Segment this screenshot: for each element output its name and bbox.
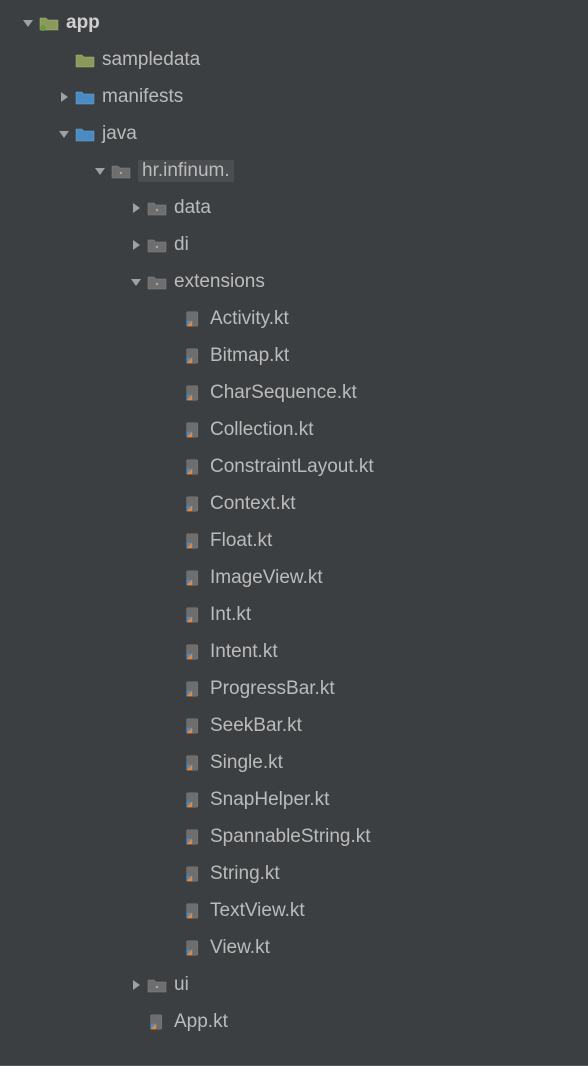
tree-row[interactable]: app [0, 4, 588, 41]
tree-row[interactable]: Int.kt [0, 596, 588, 633]
tree-row[interactable]: ui [0, 966, 588, 1003]
tree-label: Float.kt [210, 530, 272, 552]
kt-file-icon [182, 937, 204, 959]
tree-label: SeekBar.kt [210, 715, 302, 737]
tree-label: di [174, 234, 189, 256]
tree-row[interactable]: Context.kt [0, 485, 588, 522]
tree-row[interactable]: Single.kt [0, 744, 588, 781]
tree-label: ImageView.kt [210, 567, 323, 589]
tree-label: manifests [102, 86, 183, 108]
tree-row[interactable]: Intent.kt [0, 633, 588, 670]
kt-file-icon [182, 493, 204, 515]
tree-label: Intent.kt [210, 641, 278, 663]
tree-row[interactable]: di [0, 226, 588, 263]
module-folder-icon [38, 12, 60, 34]
tree-label: data [174, 197, 211, 219]
tree-row[interactable]: Bitmap.kt [0, 337, 588, 374]
package-folder-icon [110, 160, 132, 182]
tree-row[interactable]: ProgressBar.kt [0, 670, 588, 707]
chevron-down-icon[interactable] [126, 276, 146, 288]
kt-file-icon [182, 604, 204, 626]
source-folder-icon [74, 123, 96, 145]
chevron-right-icon[interactable] [126, 239, 146, 251]
tree-label: CharSequence.kt [210, 382, 357, 404]
tree-label: Single.kt [210, 752, 283, 774]
tree-row[interactable]: SnapHelper.kt [0, 781, 588, 818]
kt-file-icon [182, 567, 204, 589]
kt-file-icon [146, 1011, 168, 1033]
tree-row[interactable]: sampledata [0, 41, 588, 78]
tree-row[interactable]: TextView.kt [0, 892, 588, 929]
kt-file-icon [182, 789, 204, 811]
tree-row[interactable]: java [0, 115, 588, 152]
tree-row[interactable]: SpannableString.kt [0, 818, 588, 855]
tree-label: View.kt [210, 937, 270, 959]
tree-label: app [66, 12, 100, 34]
kt-file-icon [182, 641, 204, 663]
kt-file-icon [182, 530, 204, 552]
source-folder-icon [74, 86, 96, 108]
tree-label: sampledata [102, 49, 200, 71]
tree-row[interactable]: SeekBar.kt [0, 707, 588, 744]
tree-label: Activity.kt [210, 308, 289, 330]
tree-label: Int.kt [210, 604, 251, 626]
kt-file-icon [182, 308, 204, 330]
tree-row[interactable]: manifests [0, 78, 588, 115]
tree-label: SnapHelper.kt [210, 789, 329, 811]
kt-file-icon [182, 900, 204, 922]
tree-row[interactable]: data [0, 189, 588, 226]
package-folder-icon [146, 197, 168, 219]
kt-file-icon [182, 826, 204, 848]
chevron-right-icon[interactable] [54, 91, 74, 103]
res-folder-icon [74, 49, 96, 71]
package-folder-icon [146, 974, 168, 996]
tree-row[interactable]: View.kt [0, 929, 588, 966]
tree-label: String.kt [210, 863, 280, 885]
tree-row[interactable]: CharSequence.kt [0, 374, 588, 411]
tree-label: SpannableString.kt [210, 826, 371, 848]
tree-label: Bitmap.kt [210, 345, 289, 367]
tree-row[interactable]: Collection.kt [0, 411, 588, 448]
kt-file-icon [182, 419, 204, 441]
tree-row[interactable]: ImageView.kt [0, 559, 588, 596]
kt-file-icon [182, 752, 204, 774]
tree-row[interactable]: Float.kt [0, 522, 588, 559]
tree-label: ProgressBar.kt [210, 678, 335, 700]
tree-label: App.kt [174, 1011, 228, 1033]
kt-file-icon [182, 678, 204, 700]
kt-file-icon [182, 345, 204, 367]
tree-label: Collection.kt [210, 419, 314, 441]
chevron-down-icon[interactable] [90, 165, 110, 177]
tree-row[interactable]: ConstraintLayout.kt [0, 448, 588, 485]
tree-label: extensions [174, 271, 265, 293]
chevron-down-icon[interactable] [54, 128, 74, 140]
tree-label: ui [174, 974, 189, 996]
chevron-right-icon[interactable] [126, 979, 146, 991]
chevron-down-icon[interactable] [18, 17, 38, 29]
tree-row[interactable]: hr.infinum. [0, 152, 588, 189]
tree-label: hr.infinum. [138, 160, 234, 182]
package-folder-icon [146, 271, 168, 293]
tree-row[interactable]: String.kt [0, 855, 588, 892]
kt-file-icon [182, 382, 204, 404]
tree-row[interactable]: App.kt [0, 1003, 588, 1040]
chevron-right-icon[interactable] [126, 202, 146, 214]
kt-file-icon [182, 456, 204, 478]
tree-row[interactable]: extensions [0, 263, 588, 300]
tree-label: java [102, 123, 137, 145]
kt-file-icon [182, 715, 204, 737]
tree-label: TextView.kt [210, 900, 305, 922]
tree-label: Context.kt [210, 493, 296, 515]
tree-label: ConstraintLayout.kt [210, 456, 374, 478]
package-folder-icon [146, 234, 168, 256]
kt-file-icon [182, 863, 204, 885]
tree-row[interactable]: Activity.kt [0, 300, 588, 337]
